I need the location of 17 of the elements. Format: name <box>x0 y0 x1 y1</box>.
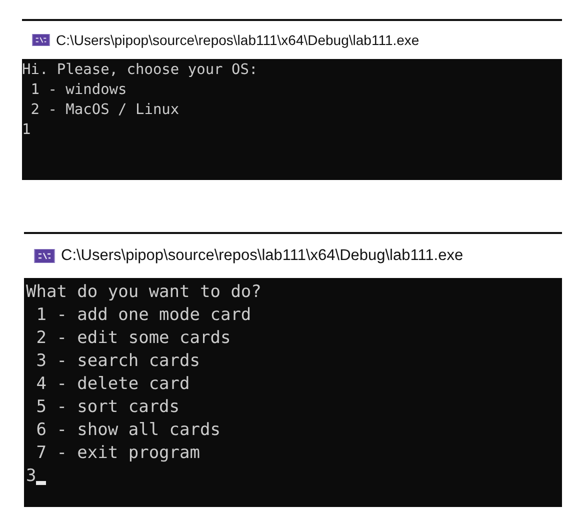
console-line: 7 - exit program <box>35 442 200 465</box>
console-line: 1 - add one mode card <box>35 304 252 327</box>
window-title: C:\Users\pipop\source\repos\lab111\x64\Debug\lab111.exe <box>61 247 464 265</box>
console-line: 1 <box>22 121 31 140</box>
console-icon <box>34 249 55 263</box>
console-line: 2 - edit some cards <box>35 327 231 350</box>
console-line: 3 <box>26 465 36 488</box>
window-title: C:\Users\pipop\source\repos\lab111\x64\Debug\lab111.exe <box>56 32 420 48</box>
console-line: 4 - delete card <box>35 373 190 396</box>
console-line: Hi. Please, choose your OS: <box>22 61 258 80</box>
console-line: What do you want to do? <box>26 281 262 304</box>
console-line: 6 - show all cards <box>35 419 220 442</box>
console-line: 3 - search cards <box>35 350 200 373</box>
console-icon <box>32 34 50 46</box>
console-line: 1 - windows <box>30 81 127 100</box>
console-line: 5 - sort cards <box>35 396 180 419</box>
console-line: 2 - MacOS / Linux <box>30 101 180 120</box>
